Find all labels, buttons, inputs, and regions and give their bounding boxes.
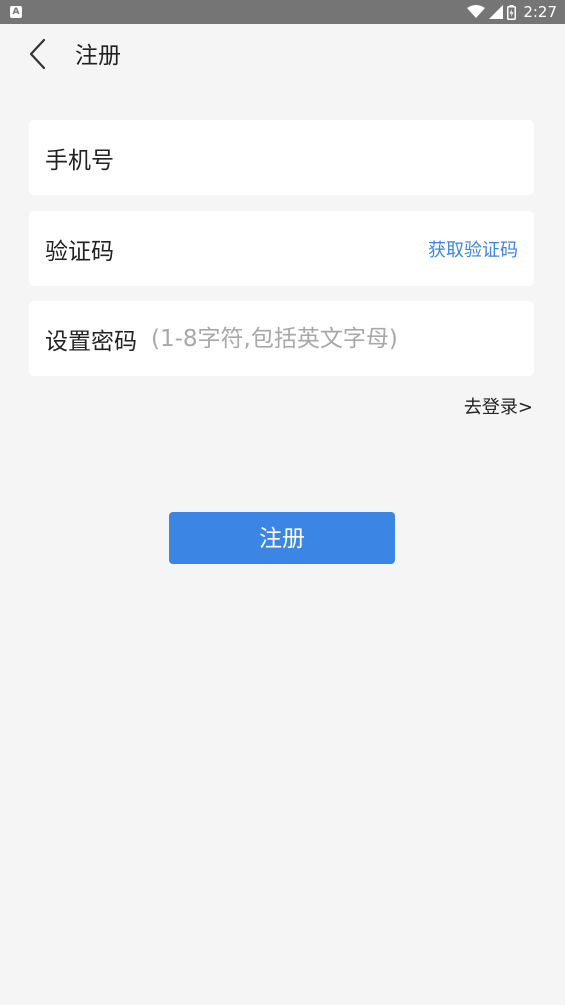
status-icons: 2:27	[467, 0, 557, 24]
code-label: 验证码	[45, 238, 114, 265]
phone-label: 手机号	[45, 147, 114, 174]
header: 注册	[0, 24, 565, 90]
password-input[interactable]	[137, 325, 518, 352]
code-field[interactable]: 验证码 获取验证码	[29, 211, 534, 286]
battery-icon	[507, 4, 517, 20]
back-button[interactable]	[20, 38, 56, 74]
app-notification-icon: A	[10, 6, 22, 18]
status-time: 2:27	[523, 3, 557, 21]
phone-input[interactable]	[114, 144, 518, 171]
phone-field[interactable]: 手机号	[29, 120, 534, 195]
go-login-link[interactable]: 去登录>	[464, 393, 533, 419]
get-code-button[interactable]: 获取验证码	[428, 236, 518, 262]
status-bar: A 2:27	[0, 0, 565, 24]
chevron-left-icon	[28, 38, 48, 74]
page-title: 注册	[75, 43, 121, 69]
signal-icon	[489, 5, 504, 19]
password-label: 设置密码	[45, 328, 137, 355]
code-input[interactable]	[114, 235, 428, 262]
register-button[interactable]: 注册	[169, 512, 395, 564]
password-field[interactable]: 设置密码	[29, 301, 534, 376]
wifi-icon	[467, 5, 486, 19]
